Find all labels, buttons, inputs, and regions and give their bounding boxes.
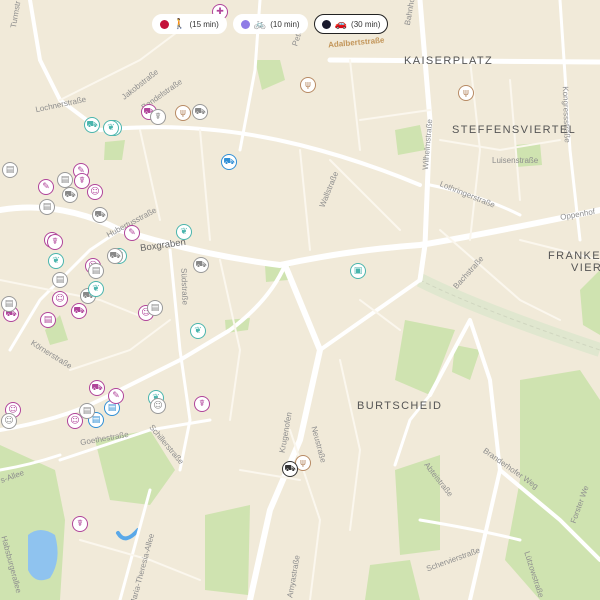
mode-time-label: (15 min) xyxy=(189,19,219,29)
district-label: FRANKEN xyxy=(548,250,600,262)
leaf-icon[interactable]: ❦ xyxy=(190,323,206,339)
bus-icon[interactable]: ▤ xyxy=(147,300,163,316)
kindergarten-icon[interactable]: ☺ xyxy=(87,184,103,200)
train-icon[interactable]: ▣ xyxy=(350,263,366,279)
travel-mode-chip[interactable]: 🚲 (10 min) xyxy=(232,14,308,34)
district-label: VIER xyxy=(571,262,600,274)
district-label: BURTSCHEID xyxy=(357,400,443,412)
bicycle-icon: 🚲 xyxy=(253,18,267,30)
shopping-cart-icon[interactable]: ⛟ xyxy=(89,380,105,396)
shopping-cart-icon[interactable]: ⛟ xyxy=(92,207,108,223)
doctor-icon[interactable]: ☤ xyxy=(74,173,90,189)
school-icon[interactable]: ✎ xyxy=(124,225,140,241)
bus-icon[interactable]: ▤ xyxy=(79,403,95,419)
doctor-icon[interactable]: ☤ xyxy=(72,516,88,532)
district-label: KAISERPLATZ xyxy=(404,55,494,67)
restaurant-icon[interactable]: ψ xyxy=(458,85,474,101)
bus-icon[interactable]: ▤ xyxy=(2,162,18,178)
shopping-cart-icon[interactable]: ⛟ xyxy=(221,154,237,170)
kindergarten-icon[interactable]: ☺ xyxy=(150,398,166,414)
shopping-cart-icon[interactable]: ⛟ xyxy=(282,461,298,477)
doctor-icon[interactable]: ☤ xyxy=(194,396,210,412)
mode-color-dot xyxy=(240,19,250,29)
shopping-cart-icon[interactable]: ⛟ xyxy=(62,187,78,203)
map-canvas[interactable]: Turmstr Bahnhof Peterstr Adalbertstraße … xyxy=(0,0,600,600)
school-icon[interactable]: ✎ xyxy=(108,388,124,404)
shopping-cart-icon[interactable]: ⛟ xyxy=(192,104,208,120)
travel-mode-chip[interactable]: 🚗 (30 min) xyxy=(313,14,389,34)
mode-color-dot xyxy=(160,19,169,29)
street-label: Luisenstraße xyxy=(492,156,539,165)
mode-color-dot xyxy=(321,19,331,29)
leaf-icon[interactable]: ❦ xyxy=(88,281,104,297)
leaf-icon[interactable]: ❦ xyxy=(176,224,192,240)
bus-icon[interactable]: ▤ xyxy=(57,172,73,188)
walking-person-icon: 🚶 xyxy=(173,18,186,30)
mode-time-label: (10 min) xyxy=(270,19,300,29)
kindergarten-icon[interactable]: ☺ xyxy=(52,291,68,307)
kindergarten-icon[interactable]: ☺ xyxy=(1,413,17,429)
bus-icon[interactable]: ▤ xyxy=(39,199,55,215)
mode-time-label: (30 min) xyxy=(351,19,381,29)
bus-icon[interactable]: ▤ xyxy=(52,272,68,288)
district-label: STEFFENSVIERTEL xyxy=(452,124,577,136)
restaurant-icon[interactable]: ψ xyxy=(175,105,191,121)
car-icon: 🚗 xyxy=(334,18,348,30)
street-label: Südstraße xyxy=(179,267,190,306)
bus-icon[interactable]: ▤ xyxy=(88,263,104,279)
shopping-cart-icon[interactable]: ⛟ xyxy=(193,257,209,273)
leaf-icon[interactable]: ❦ xyxy=(103,120,119,136)
shopping-cart-icon[interactable]: ⛟ xyxy=(84,117,100,133)
bus-icon[interactable]: ▤ xyxy=(1,296,17,312)
restaurant-icon[interactable]: ψ xyxy=(300,77,316,93)
shopping-cart-icon[interactable]: ⛟ xyxy=(107,248,123,264)
doctor-icon[interactable]: ☤ xyxy=(150,109,166,125)
shopping-cart-icon[interactable]: ⛟ xyxy=(71,303,87,319)
bus-icon[interactable]: ▤ xyxy=(40,312,56,328)
travel-mode-legend: 🚶 (15 min) 🚲 (10 min) 🚗 (30 min) xyxy=(152,14,389,34)
school-icon[interactable]: ✎ xyxy=(38,179,54,195)
doctor-icon[interactable]: ☤ xyxy=(47,234,63,250)
leaf-icon[interactable]: ❦ xyxy=(48,253,64,269)
travel-mode-chip[interactable]: 🚶 (15 min) xyxy=(152,14,227,34)
